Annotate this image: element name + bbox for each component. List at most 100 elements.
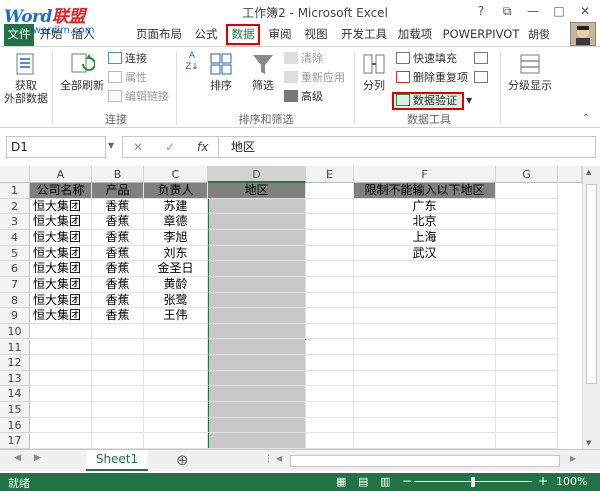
cell-f12[interactable] bbox=[354, 355, 496, 371]
cell-b6[interactable]: 香蕉 bbox=[92, 261, 144, 277]
ribbon-display-button[interactable]: ⧉ bbox=[496, 2, 518, 20]
cell-e15[interactable] bbox=[306, 402, 354, 418]
cell-a1[interactable]: 公司名称 bbox=[30, 183, 92, 199]
cell-f1[interactable]: 限制不能输入以下地区 bbox=[354, 183, 496, 199]
cell-g5[interactable] bbox=[496, 245, 558, 262]
cell-d7[interactable] bbox=[208, 276, 306, 293]
cell-e14[interactable] bbox=[306, 386, 354, 403]
column-header[interactable]: E bbox=[306, 166, 354, 183]
consolidate-button[interactable] bbox=[474, 51, 491, 67]
cell-f10[interactable] bbox=[354, 323, 496, 340]
cell-c1[interactable]: 负责人 bbox=[144, 183, 208, 199]
cell-b3[interactable]: 香蕉 bbox=[92, 214, 144, 230]
cell-a11[interactable] bbox=[30, 339, 92, 356]
cell-g10[interactable] bbox=[496, 323, 558, 340]
cell-d15[interactable] bbox=[208, 402, 306, 418]
help-button[interactable]: ? bbox=[470, 2, 492, 20]
select-all-corner[interactable] bbox=[0, 166, 30, 183]
cell-a6[interactable]: 恒大集团 bbox=[30, 261, 92, 277]
zoom-in-icon[interactable]: + bbox=[538, 474, 548, 488]
cell-f9[interactable] bbox=[354, 308, 496, 324]
cell-f4[interactable]: 上海 bbox=[354, 229, 496, 246]
row-header[interactable]: 15 bbox=[0, 402, 30, 418]
cell-g9[interactable] bbox=[496, 308, 558, 324]
cell-d12[interactable] bbox=[208, 355, 306, 371]
tab-home[interactable]: 开始 bbox=[36, 24, 66, 46]
row-header[interactable]: 6 bbox=[0, 261, 30, 277]
cell-b4[interactable]: 香蕉 bbox=[92, 229, 144, 246]
cell-f6[interactable] bbox=[354, 261, 496, 277]
cell-c12[interactable] bbox=[144, 355, 208, 371]
page-break-view-icon[interactable]: ▥ bbox=[380, 475, 390, 488]
cell-c3[interactable]: 章德 bbox=[144, 214, 208, 230]
refresh-all-button[interactable]: 全部刷新 bbox=[58, 51, 106, 92]
cell-f13[interactable] bbox=[354, 370, 496, 387]
normal-view-icon[interactable]: ▦ bbox=[336, 475, 346, 488]
flash-fill-button[interactable]: 快速填充 bbox=[396, 51, 457, 67]
cell-g4[interactable] bbox=[496, 229, 558, 246]
row-header[interactable]: 10 bbox=[0, 323, 30, 340]
cell-e2[interactable] bbox=[306, 198, 354, 215]
cell-d17[interactable] bbox=[208, 433, 306, 450]
cell-d10[interactable] bbox=[208, 323, 306, 340]
cell-g15[interactable] bbox=[496, 402, 558, 418]
cell-a10[interactable] bbox=[30, 323, 92, 340]
row-header[interactable]: 2 bbox=[0, 198, 30, 215]
cell-g16[interactable] bbox=[496, 417, 558, 434]
cell-a3[interactable]: 恒大集团 bbox=[30, 214, 92, 230]
cell-b7[interactable]: 香蕉 bbox=[92, 276, 144, 293]
scroll-thumb[interactable] bbox=[586, 184, 597, 384]
cell-b11[interactable] bbox=[92, 339, 144, 356]
name-box-dropdown-icon[interactable]: ▼ bbox=[108, 141, 114, 150]
cell-b14[interactable] bbox=[92, 386, 144, 403]
cell-f16[interactable] bbox=[354, 417, 496, 434]
user-name[interactable]: 胡俊 bbox=[528, 26, 550, 42]
cell-g14[interactable] bbox=[496, 386, 558, 403]
cell-e13[interactable] bbox=[306, 370, 354, 387]
cell-a5[interactable]: 恒大集团 bbox=[30, 245, 92, 262]
cell-d2[interactable] bbox=[208, 198, 306, 215]
cell-a15[interactable] bbox=[30, 402, 92, 418]
cell-b16[interactable] bbox=[92, 417, 144, 434]
cell-g1[interactable] bbox=[496, 183, 558, 199]
cell-e9[interactable] bbox=[306, 308, 354, 324]
cell-d3[interactable] bbox=[208, 214, 306, 230]
collapse-ribbon-icon[interactable]: ⌃ bbox=[582, 111, 590, 127]
connections-button[interactable]: 连接 bbox=[108, 51, 147, 67]
cell-b8[interactable]: 香蕉 bbox=[92, 292, 144, 309]
tab-view[interactable]: 视图 bbox=[300, 24, 332, 46]
cell-b5[interactable]: 香蕉 bbox=[92, 245, 144, 262]
cell-a16[interactable] bbox=[30, 417, 92, 434]
cell-c8[interactable]: 张鹭 bbox=[144, 292, 208, 309]
cell-e10[interactable] bbox=[306, 323, 354, 340]
cell-e16[interactable] bbox=[306, 417, 354, 434]
cell-e12[interactable] bbox=[306, 355, 354, 371]
column-header[interactable]: B bbox=[92, 166, 144, 183]
zoom-level[interactable]: 100% bbox=[556, 475, 587, 488]
zoom-slider-thumb[interactable] bbox=[471, 477, 475, 487]
cell-f8[interactable] bbox=[354, 292, 496, 309]
cell-f3[interactable]: 北京 bbox=[354, 214, 496, 230]
row-header[interactable]: 7 bbox=[0, 276, 30, 293]
cell-b13[interactable] bbox=[92, 370, 144, 387]
cell-g11[interactable] bbox=[496, 339, 558, 356]
horizontal-scroll-thumb[interactable] bbox=[290, 455, 560, 467]
properties-button[interactable]: 属性 bbox=[108, 70, 147, 86]
cell-g8[interactable] bbox=[496, 292, 558, 309]
cell-d4[interactable] bbox=[208, 229, 306, 246]
cell-d9[interactable] bbox=[208, 308, 306, 324]
cell-f2[interactable]: 广东 bbox=[354, 198, 496, 215]
tab-addins[interactable]: 加载项 bbox=[394, 24, 436, 46]
cell-e4[interactable] bbox=[306, 229, 354, 246]
cell-a4[interactable]: 恒大集团 bbox=[30, 229, 92, 246]
tab-split-icon[interactable]: ⋮ bbox=[264, 454, 273, 464]
row-header[interactable]: 3 bbox=[0, 214, 30, 230]
cell-c10[interactable] bbox=[144, 323, 208, 340]
hscroll-right-icon[interactable]: ▶ bbox=[570, 454, 576, 463]
scroll-up-icon[interactable]: ▲ bbox=[586, 168, 591, 176]
filter-button[interactable]: 筛选 bbox=[246, 51, 280, 92]
tab-formulas[interactable]: 公式 bbox=[190, 24, 222, 46]
cell-b9[interactable]: 香蕉 bbox=[92, 308, 144, 324]
cell-g2[interactable] bbox=[496, 198, 558, 215]
cell-g17[interactable] bbox=[496, 433, 558, 450]
